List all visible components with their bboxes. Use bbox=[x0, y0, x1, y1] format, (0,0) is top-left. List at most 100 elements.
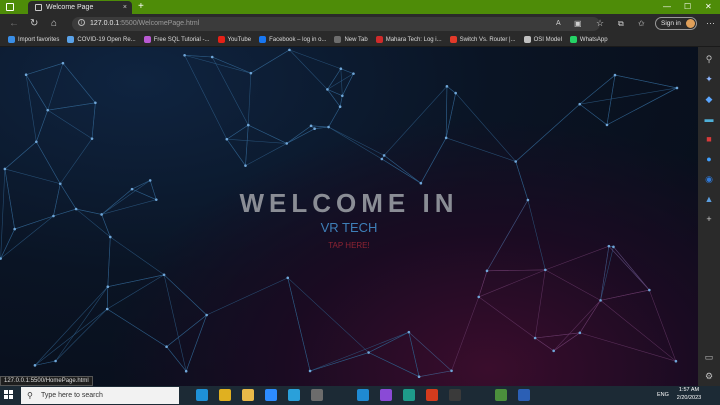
vscode-icon[interactable] bbox=[357, 389, 369, 401]
home-icon[interactable]: ⌂ bbox=[51, 17, 57, 30]
web-page: WELCOME IN VR TECH TAP HERE! bbox=[0, 47, 698, 386]
taskbar-search[interactable]: ⚲ Type here to search bbox=[21, 387, 179, 404]
app-icon[interactable] bbox=[403, 389, 415, 401]
bookmark-item[interactable]: Facebook – log in o... bbox=[259, 36, 326, 43]
search-icon[interactable]: ⚲ bbox=[704, 54, 714, 64]
bookmark-icon bbox=[569, 36, 577, 43]
network-line bbox=[613, 246, 650, 291]
network-node bbox=[450, 369, 453, 373]
chrome-icon[interactable] bbox=[219, 389, 231, 401]
network-node bbox=[514, 160, 518, 163]
microsoft365-icon[interactable]: ● bbox=[704, 154, 714, 164]
network-line bbox=[226, 124, 249, 140]
network-line bbox=[534, 337, 554, 352]
windows-start-icon[interactable] bbox=[4, 390, 14, 400]
network-line bbox=[487, 269, 546, 272]
terminal-icon[interactable] bbox=[449, 389, 461, 401]
tab-welcome-page[interactable]: Welcome Page × bbox=[28, 1, 132, 14]
network-node bbox=[33, 364, 37, 367]
tap-here-link[interactable]: TAP HERE! bbox=[328, 241, 370, 250]
network-line bbox=[451, 296, 480, 371]
sign-in-button[interactable]: Sign in bbox=[655, 17, 697, 30]
network-node bbox=[288, 48, 291, 52]
new-tab-button[interactable]: + bbox=[138, 1, 144, 13]
page-icon bbox=[35, 4, 42, 11]
input-language[interactable]: ENG bbox=[657, 392, 669, 398]
network-line bbox=[26, 62, 64, 76]
network-line bbox=[328, 106, 341, 128]
visual-studio-icon[interactable] bbox=[380, 389, 392, 401]
zoom-icon[interactable] bbox=[265, 389, 277, 401]
bookmark-icon bbox=[334, 36, 342, 43]
bookmark-item[interactable]: Mahara Tech: Log i... bbox=[375, 36, 442, 43]
site-info-icon[interactable]: i bbox=[78, 19, 85, 26]
close-window-button[interactable]: ✕ bbox=[705, 1, 712, 13]
telegram-icon[interactable] bbox=[288, 389, 300, 401]
tab-actions-icon[interactable] bbox=[6, 3, 14, 11]
bookmark-icon bbox=[449, 36, 457, 43]
address-bar[interactable]: 127.0.0.1:5500/WelcomePage.html bbox=[72, 17, 600, 31]
app-available-icon[interactable]: ▣ bbox=[574, 17, 582, 30]
network-line bbox=[34, 286, 109, 366]
bookmark-item[interactable]: YouTube bbox=[217, 36, 251, 43]
network-node bbox=[326, 88, 329, 91]
chrome-alt-icon[interactable] bbox=[495, 389, 507, 401]
network-line bbox=[339, 95, 343, 107]
network-line bbox=[287, 277, 311, 372]
bookmark-item[interactable]: WhatsApp bbox=[569, 36, 608, 43]
bookmark-item[interactable]: Import favorites bbox=[8, 36, 59, 43]
extensions-icon[interactable]: ⧉ bbox=[618, 17, 624, 30]
edge-icon[interactable] bbox=[196, 389, 208, 401]
network-line bbox=[47, 102, 96, 111]
games-icon[interactable]: ■ bbox=[704, 134, 714, 144]
favorites-bar: Import favorites COVID-19 Open Re... Free … bbox=[0, 33, 720, 47]
network-node bbox=[675, 86, 679, 90]
file-explorer-icon[interactable] bbox=[242, 389, 254, 401]
add-icon[interactable]: + bbox=[704, 214, 714, 224]
back-icon[interactable]: ← bbox=[9, 17, 19, 30]
tab-close-icon[interactable]: × bbox=[123, 4, 127, 11]
photos-icon[interactable] bbox=[311, 389, 323, 401]
network-line bbox=[184, 55, 228, 140]
word-icon[interactable] bbox=[518, 389, 530, 401]
settings-icon[interactable]: ⚙ bbox=[704, 371, 714, 381]
maximize-button[interactable]: ☐ bbox=[684, 1, 691, 13]
shopping-icon[interactable]: ◆ bbox=[704, 94, 714, 104]
tab-strip: Welcome Page × + — ☐ ✕ bbox=[0, 0, 720, 14]
favorites-star-icon[interactable]: ☆ bbox=[596, 17, 604, 30]
network-node bbox=[327, 125, 330, 129]
clock-time[interactable]: 1:57 AM bbox=[672, 387, 706, 393]
drop-icon[interactable]: ▲ bbox=[704, 194, 714, 204]
network-line bbox=[289, 49, 328, 90]
hide-sidebar-icon[interactable]: ▭ bbox=[704, 352, 714, 362]
network-node bbox=[599, 299, 602, 302]
bookmark-item[interactable]: Switch Vs. Router |... bbox=[449, 36, 516, 43]
more-menu-icon[interactable]: ⋯ bbox=[706, 17, 715, 30]
bookmark-item[interactable]: Free SQL Tutorial -... bbox=[143, 36, 210, 43]
network-line bbox=[579, 103, 608, 126]
network-line bbox=[445, 93, 456, 138]
tools-icon[interactable]: ▬ bbox=[704, 114, 714, 124]
network-line bbox=[579, 300, 601, 334]
refresh-icon[interactable]: ↻ bbox=[30, 17, 38, 30]
bookmark-item[interactable]: OSI Model bbox=[523, 36, 562, 43]
network-node bbox=[407, 330, 411, 334]
minimize-button[interactable]: — bbox=[663, 1, 671, 13]
profile-avatar bbox=[686, 19, 695, 28]
favorites-icon[interactable]: ✩ bbox=[638, 17, 645, 30]
outlook-icon[interactable]: ◉ bbox=[704, 174, 714, 184]
network-line bbox=[419, 370, 452, 377]
bookmark-item[interactable]: New Tab bbox=[334, 36, 368, 43]
read-aloud-icon[interactable]: A bbox=[556, 17, 561, 30]
discover-icon[interactable]: ✦ bbox=[704, 74, 714, 84]
office-icon[interactable] bbox=[426, 389, 438, 401]
network-line bbox=[328, 126, 385, 156]
network-line bbox=[515, 103, 580, 162]
bookmark-item[interactable]: COVID-19 Open Re... bbox=[67, 36, 136, 43]
taskbar: ⚲ Type here to search ENG 1:57 AM 2/20/2… bbox=[0, 386, 720, 405]
network-node bbox=[61, 61, 65, 65]
status-bar-url: 127.0.0.1:5500/HomePage.html bbox=[0, 376, 93, 386]
network-node bbox=[454, 91, 457, 95]
network-node bbox=[308, 369, 312, 373]
clock-date[interactable]: 2/20/2023 bbox=[672, 395, 706, 401]
